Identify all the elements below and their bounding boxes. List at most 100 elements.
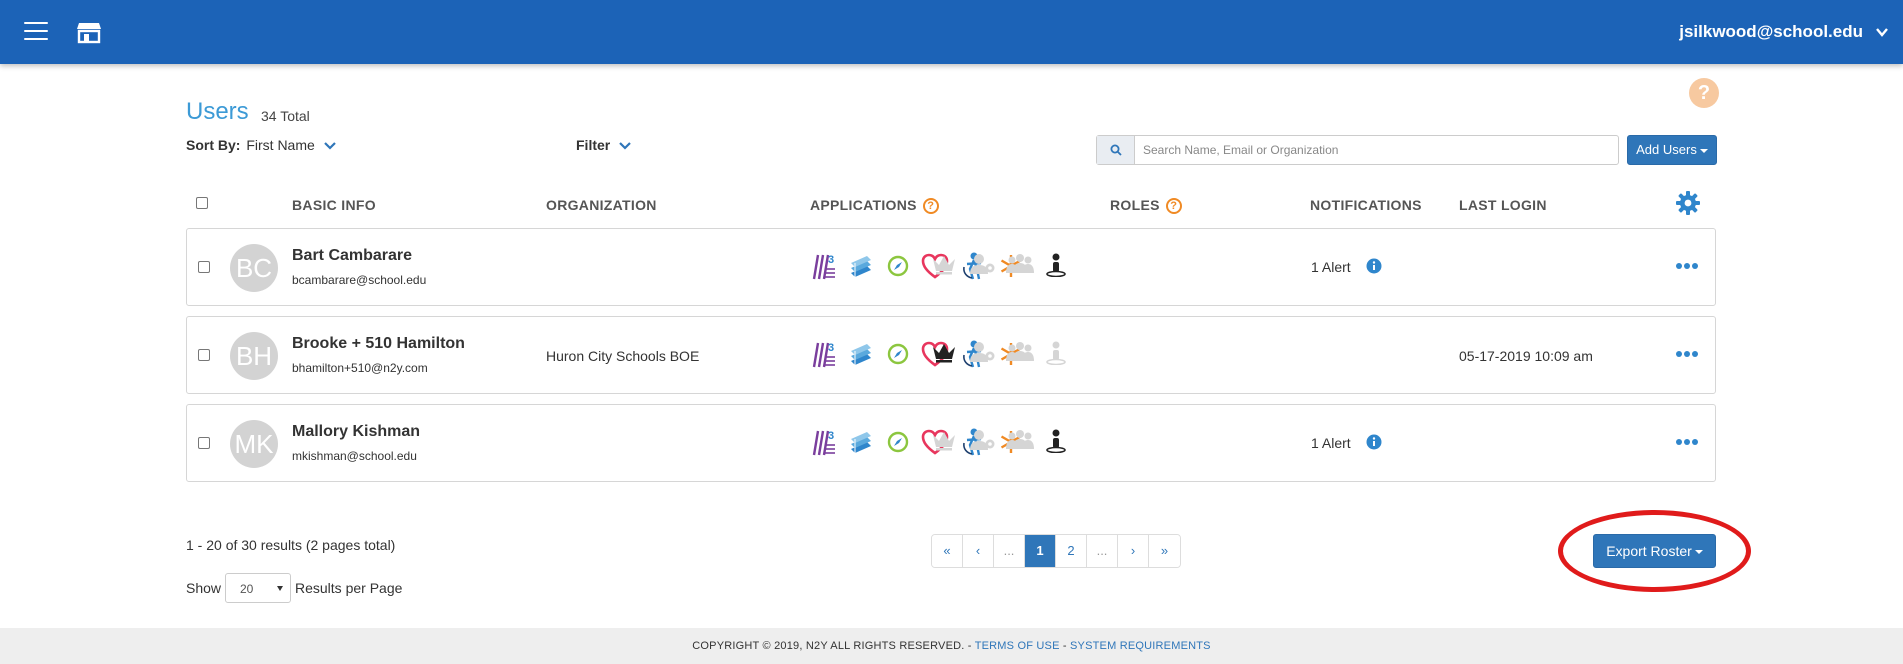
- gear-icon[interactable]: [1675, 190, 1701, 216]
- books-icon[interactable]: [848, 427, 874, 457]
- caret-down-icon: [277, 586, 283, 591]
- user-organization: Huron City Schools BOE: [546, 348, 700, 364]
- roles-cell: [1, 317, 1066, 365]
- avatar: BH: [230, 332, 278, 380]
- add-users-label: Add Users: [1636, 142, 1697, 157]
- pagination-page-2[interactable]: 2: [1056, 535, 1087, 567]
- sort-by-value: First Name: [246, 137, 315, 153]
- pagination-prev[interactable]: ‹: [963, 535, 994, 567]
- pagination-next[interactable]: ›: [1118, 535, 1149, 567]
- user-name[interactable]: Bart Cambarare: [292, 247, 412, 265]
- store-icon[interactable]: [76, 19, 102, 45]
- results-per-page-label: Results per Page: [295, 580, 403, 596]
- search-input[interactable]: [1143, 136, 1613, 164]
- filter-dropdown[interactable]: Filter: [576, 137, 631, 153]
- books-icon[interactable]: [848, 339, 874, 369]
- user-row[interactable]: MK Mallory Kishman mkishman@school.edu 3: [186, 404, 1716, 482]
- footer-separator: -: [1062, 640, 1067, 652]
- row-checkbox[interactable]: [198, 349, 210, 361]
- compass-icon[interactable]: [885, 251, 911, 281]
- sort-by-label: Sort By:: [186, 137, 241, 153]
- row-checkbox[interactable]: [198, 261, 210, 273]
- search-icon-addon: [1097, 136, 1135, 164]
- chevron-down-icon: [619, 142, 631, 150]
- pagination: « ‹ ... 1 2 ... › »: [931, 534, 1181, 568]
- chevron-down-icon: [323, 142, 336, 150]
- roles-cell: [1, 229, 1066, 277]
- dashboard-icon[interactable]: 3: [811, 251, 837, 281]
- svg-text:3: 3: [828, 430, 834, 442]
- compass-icon[interactable]: [885, 427, 911, 457]
- teacher-role-icon[interactable]: [1045, 253, 1067, 277]
- top-navbar: jsilkwood@school.edu: [0, 0, 1903, 64]
- info-icon[interactable]: [1366, 258, 1382, 274]
- footer-copyright: COPYRIGHT © 2019, N2Y ALL RIGHTS RESERVE…: [692, 640, 972, 652]
- user-row[interactable]: BH Brooke + 510 Hamilton bhamilton+510@n…: [186, 316, 1716, 394]
- user-group-icon[interactable]: [1005, 429, 1035, 451]
- dashboard-icon[interactable]: 3: [811, 339, 837, 369]
- info-icon[interactable]: [1366, 434, 1382, 450]
- pagination-ellipsis[interactable]: ...: [1087, 535, 1118, 567]
- column-header-roles[interactable]: ROLES?: [1110, 197, 1182, 215]
- caret-down-icon: [1699, 148, 1708, 153]
- user-gear-icon[interactable]: [969, 253, 997, 275]
- user-name[interactable]: Brooke + 510 Hamilton: [292, 335, 465, 353]
- column-header-roles-label: ROLES: [1110, 197, 1160, 213]
- help-icon[interactable]: ?: [1689, 78, 1719, 108]
- user-row[interactable]: BC Bart Cambarare bcambarare@school.edu …: [186, 228, 1716, 306]
- results-per-page-select[interactable]: 20: [225, 573, 291, 603]
- column-header-notifications[interactable]: NOTIFICATIONS: [1310, 197, 1422, 213]
- pagination-page-1[interactable]: 1: [1025, 535, 1056, 567]
- crown-icon[interactable]: [931, 341, 957, 363]
- pagination-first[interactable]: «: [932, 535, 963, 567]
- user-email: mkishman@school.edu: [292, 449, 417, 463]
- column-header-organization[interactable]: ORGANIZATION: [546, 197, 657, 213]
- svg-text:3: 3: [828, 254, 834, 266]
- pagination-ellipsis[interactable]: ...: [994, 535, 1025, 567]
- more-options-icon[interactable]: [1675, 262, 1699, 270]
- results-per-page-value: 20: [240, 582, 254, 596]
- column-header-basic-info[interactable]: BASIC INFO: [292, 197, 376, 213]
- crown-icon[interactable]: [931, 253, 957, 275]
- help-icon[interactable]: ?: [1165, 198, 1182, 215]
- svg-text:3: 3: [828, 342, 834, 354]
- filter-label: Filter: [576, 137, 611, 153]
- pagination-last[interactable]: »: [1149, 535, 1180, 567]
- sort-by-dropdown[interactable]: Sort By: First Name: [186, 137, 336, 153]
- page-title: Users: [186, 98, 249, 125]
- user-gear-icon[interactable]: [969, 341, 997, 363]
- column-header-last-login[interactable]: LAST LOGIN: [1459, 197, 1547, 213]
- user-email[interactable]: jsilkwood@school.edu: [1679, 22, 1863, 42]
- books-icon[interactable]: [848, 251, 874, 281]
- notification-text: 1 Alert: [1311, 259, 1351, 275]
- show-label: Show: [186, 580, 222, 596]
- select-all-checkbox[interactable]: [196, 197, 208, 209]
- system-requirements-link[interactable]: SYSTEM REQUIREMENTS: [1070, 640, 1211, 652]
- roles-cell: [1, 405, 1066, 453]
- crown-icon[interactable]: [931, 429, 957, 451]
- user-group-icon[interactable]: [1005, 253, 1035, 275]
- chevron-down-icon[interactable]: [1875, 26, 1889, 38]
- user-email: bhamilton+510@n2y.com: [292, 361, 428, 375]
- teacher-role-icon[interactable]: [1045, 429, 1067, 453]
- results-summary: 1 - 20 of 30 results (2 pages total): [186, 537, 396, 553]
- more-options-icon[interactable]: [1675, 438, 1699, 446]
- compass-icon[interactable]: [885, 339, 911, 369]
- user-total-count: 34 Total: [261, 108, 310, 124]
- annotation-highlight-ring: [1558, 510, 1751, 592]
- add-users-button[interactable]: Add Users: [1627, 135, 1717, 165]
- last-login: 05-17-2019 10:09 am: [1459, 348, 1593, 364]
- user-group-icon[interactable]: [1005, 341, 1035, 363]
- user-name[interactable]: Mallory Kishman: [292, 423, 420, 441]
- row-checkbox[interactable]: [198, 437, 210, 449]
- avatar: MK: [230, 420, 278, 468]
- column-header-applications[interactable]: APPLICATIONS?: [810, 197, 939, 215]
- help-icon[interactable]: ?: [922, 198, 939, 215]
- terms-of-use-link[interactable]: TERMS OF USE: [975, 640, 1060, 652]
- user-gear-icon[interactable]: [969, 429, 997, 451]
- more-options-icon[interactable]: [1675, 350, 1699, 358]
- teacher-role-icon[interactable]: [1045, 341, 1067, 365]
- dashboard-icon[interactable]: 3: [811, 427, 837, 457]
- user-email: bcambarare@school.edu: [292, 273, 427, 287]
- hamburger-menu-icon[interactable]: [24, 22, 48, 42]
